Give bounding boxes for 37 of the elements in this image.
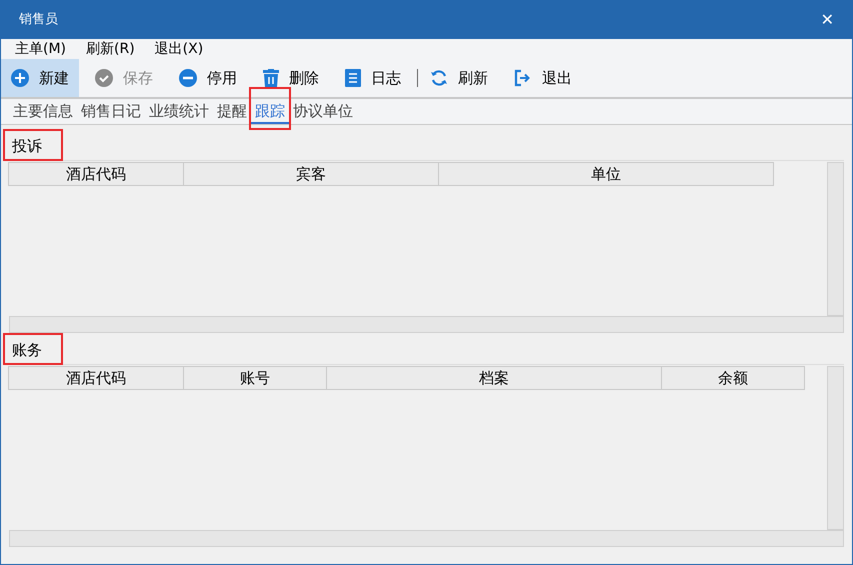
refresh-icon xyxy=(430,69,448,87)
vertical-scrollbar[interactable] xyxy=(827,366,844,530)
tab[interactable]: 业绩统计 xyxy=(145,100,213,124)
tab[interactable]: 提醒 xyxy=(213,100,251,124)
section-title: 投诉 xyxy=(11,137,42,155)
tab[interactable]: 销售日记 xyxy=(77,100,145,124)
menu-item[interactable]: 刷新(R) xyxy=(86,38,135,60)
vertical-scrollbar[interactable] xyxy=(827,162,844,316)
toolbar-button[interactable]: 刷新 xyxy=(420,59,498,97)
tab[interactable]: 协议单位 xyxy=(289,100,357,124)
window-title: 销售员 xyxy=(19,11,58,30)
toolbar-button[interactable]: 退出 xyxy=(504,59,582,97)
check-icon xyxy=(95,69,113,87)
horizontal-scrollbar[interactable] xyxy=(9,316,844,333)
trash-icon xyxy=(263,69,279,87)
menu-item[interactable]: 退出(X) xyxy=(154,38,204,60)
column-header[interactable]: 账号 xyxy=(183,366,327,390)
column-header[interactable]: 酒店代码 xyxy=(8,366,184,390)
column-header[interactable]: 单位 xyxy=(438,162,774,186)
toolbar-button[interactable]: 停用 xyxy=(169,59,247,97)
section-title: 账务 xyxy=(11,341,42,359)
column-header[interactable]: 档案 xyxy=(326,366,662,390)
close-button[interactable]: ✕ xyxy=(820,8,834,32)
toolbar-button[interactable]: 日志 xyxy=(335,59,411,97)
menu-item[interactable]: 主单(M) xyxy=(15,38,66,60)
tab[interactable]: 主要信息 xyxy=(9,100,77,124)
column-header[interactable]: 宾客 xyxy=(183,162,439,186)
toolbar-button[interactable]: 删除 xyxy=(253,59,329,97)
list-icon xyxy=(345,69,361,87)
toolbar-button[interactable]: 新建 xyxy=(1,59,79,97)
plus-icon xyxy=(11,69,29,87)
column-header[interactable]: 余额 xyxy=(661,366,805,390)
tab[interactable]: 跟踪 xyxy=(251,100,289,124)
exit-icon xyxy=(514,69,532,87)
horizontal-scrollbar[interactable] xyxy=(9,530,844,547)
minus-icon xyxy=(179,69,197,87)
column-header[interactable]: 酒店代码 xyxy=(8,162,184,186)
